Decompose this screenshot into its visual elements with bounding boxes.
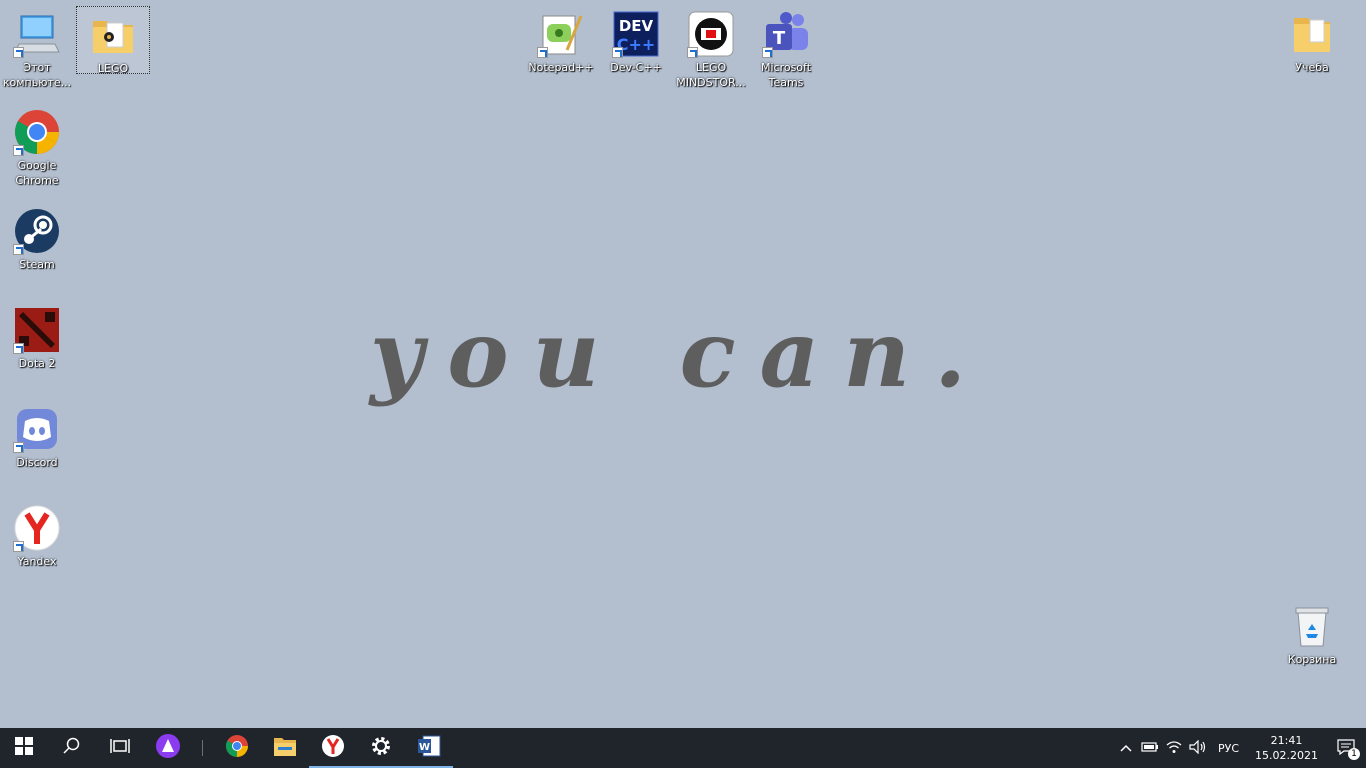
desktop-icon-label: Dota 2 — [18, 357, 56, 370]
desktop-icon-chrome[interactable]: Google Chrome — [0, 104, 74, 188]
alice-icon — [155, 733, 181, 763]
wallpaper-text: you can. — [369, 300, 991, 408]
dota2-icon — [13, 306, 61, 354]
taskbar-yandex-button[interactable] — [309, 728, 357, 768]
shortcut-arrow-icon — [13, 343, 24, 354]
shortcut-arrow-icon — [537, 47, 548, 58]
svg-text:DEV: DEV — [619, 17, 654, 35]
desktop-icon-this-pc[interactable]: Этот компьюте... — [0, 6, 74, 90]
folder-icon — [1288, 10, 1336, 58]
taskbar-file-explorer-button[interactable] — [261, 728, 309, 768]
notification-count-badge: 1 — [1348, 748, 1360, 760]
shortcut-arrow-icon — [687, 47, 698, 58]
start-button[interactable] — [0, 728, 48, 768]
desktop-icon-label: LEGO MINDSTOR... — [676, 61, 746, 89]
desktop-icon-label: Notepad++ — [528, 61, 594, 74]
task-view-icon — [110, 737, 130, 759]
desktop-icon-label: LEGO — [97, 62, 129, 75]
system-tray: РУС 21:41 15.02.2021 1 — [1114, 728, 1366, 768]
desktop-icon-label: Steam — [19, 258, 55, 271]
chevron-up-icon — [1120, 742, 1132, 755]
taskbar-chrome-button[interactable] — [213, 728, 261, 768]
clock[interactable]: 21:41 15.02.2021 — [1247, 733, 1326, 763]
clock-time: 21:41 — [1270, 734, 1303, 747]
desktop-icon-lego-mindstorms[interactable]: LEGO MINDSTOR... — [674, 6, 748, 90]
desktop-icon-label: Dev-C++ — [610, 61, 662, 74]
chrome-icon — [225, 734, 249, 762]
shortcut-arrow-icon — [612, 47, 623, 58]
discord-icon — [13, 405, 61, 453]
desktop-icon-label: Google Chrome — [15, 159, 59, 187]
show-hidden-icons-button[interactable] — [1114, 728, 1138, 768]
desktop-icon-ucheba-folder[interactable]: Учеба — [1275, 6, 1349, 75]
teams-icon: T — [762, 10, 810, 58]
folder-icon — [89, 11, 137, 59]
desktop-icon-dota2[interactable]: Dota 2 — [0, 302, 74, 371]
action-center-button[interactable]: 1 — [1326, 728, 1366, 768]
alice-button[interactable] — [144, 728, 192, 768]
recycle-bin-icon — [1288, 602, 1336, 650]
taskbar-word-button[interactable]: W — [405, 728, 453, 768]
desktop-icon-label: Этот компьюте... — [2, 61, 72, 89]
desktop-icon-lego-folder[interactable]: LEGO — [76, 6, 150, 75]
network-button[interactable] — [1162, 728, 1186, 768]
shortcut-arrow-icon — [13, 244, 24, 255]
task-view-button[interactable] — [96, 728, 144, 768]
taskbar-settings-button[interactable] — [357, 728, 405, 768]
lego-mindstorms-icon — [687, 10, 735, 58]
desktop-icon-steam[interactable]: Steam — [0, 203, 74, 272]
yandex-browser-icon — [321, 734, 345, 762]
devcpp-icon: DEV C++ — [612, 10, 660, 58]
notepadpp-icon — [537, 10, 585, 58]
steam-icon — [13, 207, 61, 255]
settings-icon — [370, 735, 392, 761]
wifi-icon — [1166, 740, 1182, 757]
volume-button[interactable] — [1186, 728, 1210, 768]
file-explorer-icon — [273, 735, 297, 761]
desktop-icon-label: Microsoft Teams — [760, 61, 812, 89]
shortcut-arrow-icon — [13, 541, 24, 552]
clock-date: 15.02.2021 — [1255, 749, 1318, 762]
svg-text:T: T — [773, 28, 786, 49]
taskbar-separator — [202, 740, 203, 756]
chrome-icon — [13, 108, 61, 156]
desktop-icon-label: Корзина — [1287, 653, 1337, 666]
shortcut-arrow-icon — [13, 442, 24, 453]
desktop-icon-devcpp[interactable]: DEV C++ Dev-C++ — [599, 6, 673, 75]
shortcut-arrow-icon — [13, 145, 24, 156]
speaker-icon — [1189, 739, 1207, 757]
taskbar: W РУС 21:41 15.02.2021 1 — [0, 728, 1366, 768]
desktop-icon-label: Discord — [16, 456, 58, 469]
search-button[interactable] — [48, 728, 96, 768]
svg-text:W: W — [419, 742, 430, 753]
input-language-indicator[interactable]: РУС — [1210, 742, 1247, 755]
desktop-icon-notepadpp[interactable]: Notepad++ — [524, 6, 598, 75]
shortcut-arrow-icon — [13, 47, 24, 58]
word-icon: W — [417, 735, 441, 761]
computer-icon — [13, 10, 61, 58]
desktop-icon-label: Учеба — [1295, 61, 1329, 74]
desktop-icon-label: Yandex — [17, 555, 57, 568]
battery-icon — [1141, 741, 1159, 756]
desktop-icon-yandex[interactable]: Yandex — [0, 500, 74, 569]
search-icon — [63, 737, 81, 759]
desktop-icon-discord[interactable]: Discord — [0, 401, 74, 470]
desktop-icon-teams[interactable]: T Microsoft Teams — [749, 6, 823, 90]
desktop[interactable]: you can. Этот компьюте... LEGO Notepad++… — [0, 0, 1366, 728]
windows-logo-icon — [15, 737, 33, 759]
shortcut-arrow-icon — [762, 47, 773, 58]
battery-button[interactable] — [1138, 728, 1162, 768]
yandex-icon — [13, 504, 61, 552]
desktop-icon-recycle-bin[interactable]: Корзина — [1275, 598, 1349, 667]
